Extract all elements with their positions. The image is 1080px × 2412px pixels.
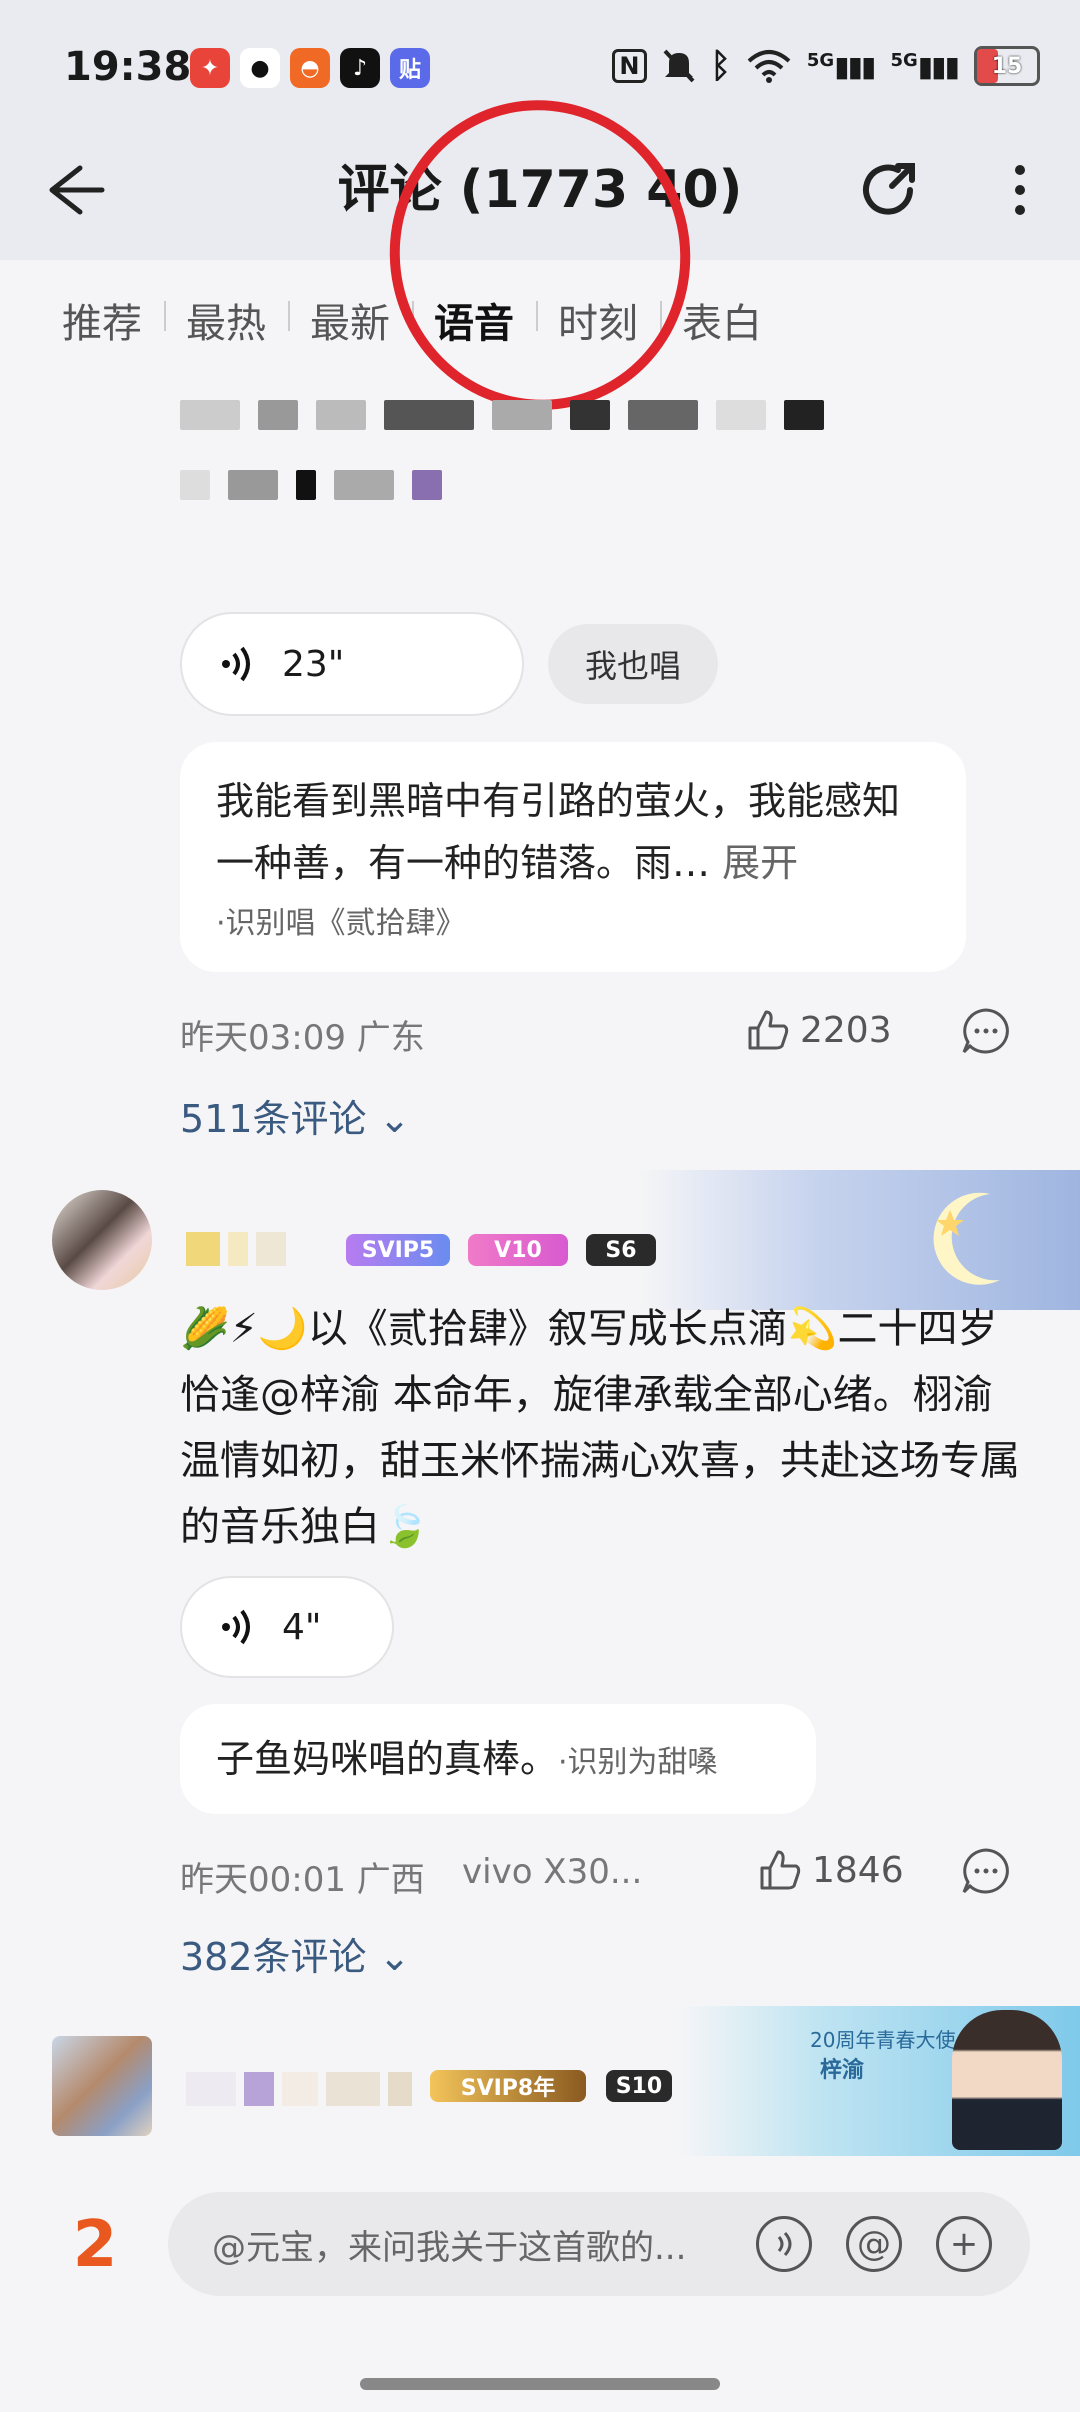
yuanbao-logo[interactable]: 2 xyxy=(50,2200,140,2290)
recognition-card: 子鱼妈咪唱的真棒。 ·识别为甜嗓 xyxy=(180,1704,816,1814)
comment-time-location: 昨天03:09 广东 xyxy=(180,1018,425,1058)
voice-message-button[interactable]: 4" xyxy=(180,1576,394,1678)
reply-count-link[interactable]: 382条评论 ⌄ xyxy=(180,1926,410,1981)
ambassador-photo xyxy=(952,2010,1062,2150)
tiktok-icon: ♪ xyxy=(340,48,380,88)
mute-bell-icon xyxy=(663,49,694,83)
status-time: 19:38 xyxy=(64,44,192,90)
reply-count-link[interactable]: 511条评论 ⌄ xyxy=(180,1088,410,1143)
avatar[interactable] xyxy=(52,1190,152,1290)
sing-too-button[interactable]: 我也唱 xyxy=(548,624,718,704)
voice-input-icon[interactable] xyxy=(756,2216,812,2272)
avatar[interactable] xyxy=(52,2036,152,2136)
comment3-banner: 20周年青春大使 梓渝 xyxy=(680,2006,1080,2156)
wifi-icon xyxy=(747,50,791,83)
comment-reply-button[interactable] xyxy=(960,1846,1012,1902)
song-recognition: ·识别唱《贰拾肆》 xyxy=(216,906,466,941)
tab-moment[interactable]: 时刻 xyxy=(536,291,660,349)
comment-input-placeholder[interactable]: @元宝，来问我关于这首歌的... xyxy=(212,2220,686,2269)
status-app-icons: ✦ ● ◓ ♪ 贴 xyxy=(190,48,430,88)
thumbs-up-icon xyxy=(760,1850,801,1890)
tab-confession[interactable]: 表白 xyxy=(660,291,784,349)
comment2-text: 🌽⚡🌙以《贰拾肆》叙写成长点滴💫二十四岁恰逢@梓渝 本命年，旋律承载全部心绪。栩… xyxy=(180,1306,1020,1550)
user-badges: SVIP5 V10 S6 xyxy=(346,1234,656,1266)
tab-newest[interactable]: 最新 xyxy=(288,291,412,349)
voice-duration: 23" xyxy=(282,643,345,685)
moon-stars-icon xyxy=(933,1192,1000,1285)
banner-title: 20周年青春大使 xyxy=(810,2028,956,2052)
tab-recommend[interactable]: 推荐 xyxy=(40,291,164,349)
tieba-icon: 贴 xyxy=(390,48,430,88)
voice-wave-icon xyxy=(222,646,250,682)
lyric-text: 我能看到黑暗中有引路的萤火，我能感知一种善，有一种的错落。雨… 展开 xyxy=(216,779,901,885)
more-vertical-icon xyxy=(1015,165,1025,215)
vip-level-badge: V10 xyxy=(468,1234,568,1266)
more-button[interactable] xyxy=(990,150,1050,230)
nfc-icon: N xyxy=(612,49,647,83)
signal-2: 5G▮▮▮ xyxy=(890,49,960,83)
like-count: 1846 xyxy=(812,1849,904,1891)
banner-name: 梓渝 xyxy=(820,2058,865,2083)
signal-1: 5G▮▮▮ xyxy=(806,49,877,83)
voice-tag: ·识别为甜嗓 xyxy=(558,1745,718,1780)
share-icon xyxy=(863,163,915,215)
app-notification-icon: ✦ xyxy=(190,48,230,88)
pumpkin-app-icon: ◓ xyxy=(290,48,330,88)
home-indicator xyxy=(360,2378,720,2390)
thumbs-up-icon xyxy=(748,1010,789,1050)
status-right-icons: N ᛒ 5G▮▮▮ 5G▮▮▮ 15 xyxy=(612,46,1040,86)
tab-voice[interactable]: 语音 xyxy=(412,291,536,349)
expand-button[interactable]: 展开 xyxy=(722,841,798,885)
svip-year-badge: SVIP8年 xyxy=(430,2070,586,2102)
like-button[interactable]: 2203 xyxy=(744,1006,892,1054)
svip-badge: SVIP5 xyxy=(346,1234,450,1266)
username-blurred xyxy=(186,2072,412,2106)
voice-duration: 4" xyxy=(282,1606,322,1648)
comment2-banner xyxy=(640,1170,1080,1310)
battery-icon: 15 xyxy=(974,46,1040,86)
music-level-badge: S6 xyxy=(586,1234,656,1266)
plus-icon[interactable]: + xyxy=(936,2216,992,2272)
music-level-badge: S10 xyxy=(606,2070,672,2102)
recognized-text: 子鱼妈咪唱的真棒。 xyxy=(216,1737,559,1781)
comment-time-location: 昨天00:01 广西 xyxy=(180,1860,425,1900)
like-button[interactable]: 1846 xyxy=(756,1846,904,1894)
chevron-down-icon: ⌄ xyxy=(378,1097,411,1141)
like-count: 2203 xyxy=(800,1009,892,1051)
tab-bar: 推荐 最热 最新 语音 时刻 表白 xyxy=(0,260,1080,380)
voice-message-button[interactable]: 23" xyxy=(180,612,524,716)
user-badges: SVIP8年 S10 xyxy=(430,2070,672,2102)
comment-bubble-icon xyxy=(962,1848,1009,1894)
qq-icon: ● xyxy=(240,48,280,88)
tab-hot[interactable]: 最热 xyxy=(164,291,288,349)
bluetooth-icon: ᛒ xyxy=(710,46,731,86)
blurred-comment-text xyxy=(180,400,1000,500)
at-icon[interactable]: @ xyxy=(846,2216,902,2272)
device-name: vivo X30... xyxy=(462,1852,643,1892)
share-button[interactable] xyxy=(850,150,930,230)
lyric-card: 我能看到黑暗中有引路的萤火，我能感知一种善，有一种的错落。雨… 展开 ·识别唱《… xyxy=(180,742,966,972)
comment-bubble-icon xyxy=(962,1008,1009,1054)
username-blurred xyxy=(186,1232,286,1266)
voice-wave-icon xyxy=(222,1609,250,1645)
chevron-down-icon: ⌄ xyxy=(378,1935,411,1979)
comment-reply-button[interactable] xyxy=(960,1006,1012,1062)
